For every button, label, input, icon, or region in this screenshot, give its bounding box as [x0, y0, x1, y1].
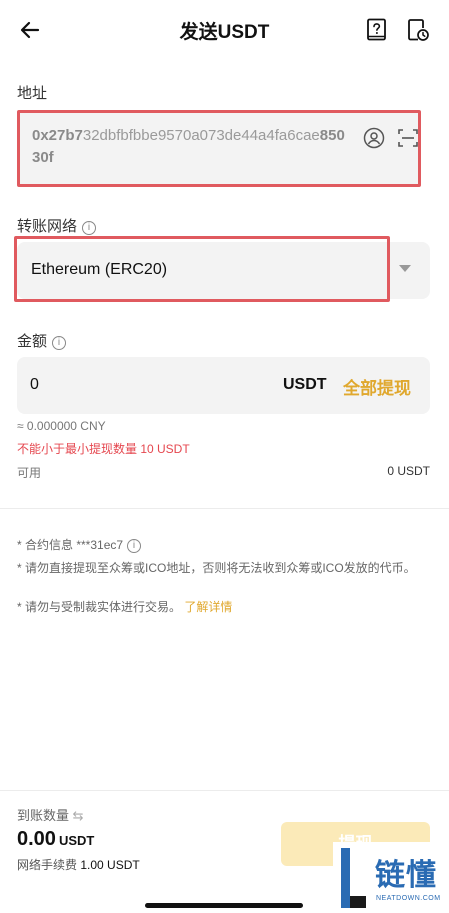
watermark-sub: NEATDOWN.COM: [376, 895, 441, 902]
address-value: 0x27b732dbfbfbbe9570a073de44a4fa6cae8503…: [32, 127, 345, 166]
network-label: 转账网络 i: [17, 215, 97, 236]
contract-info: * 合约信息 ***31ec7 i: [17, 536, 432, 554]
top-bar: 发送USDT: [0, 0, 449, 62]
received-label: 到账数量 ⇆: [17, 808, 84, 823]
amount-info-icon[interactable]: i: [52, 336, 67, 350]
scan-qr-icon[interactable]: [397, 127, 419, 149]
cny-estimate: ≈ 0.000000 CNY: [17, 419, 106, 433]
swap-icon[interactable]: ⇆: [73, 808, 84, 823]
home-indicator: [145, 903, 303, 908]
details-link[interactable]: 了解详情: [184, 600, 232, 614]
network-fee: 网络手续费 1.00 USDT: [17, 858, 140, 872]
address-label: 地址: [17, 85, 48, 102]
withdraw-all-button[interactable]: 全部提现: [343, 374, 411, 399]
address-input[interactable]: 0x27b732dbfbfbbe9570a073de44a4fa6cae8503…: [17, 110, 421, 187]
watermark-logo: 链懂 NEATDOWN.COM: [333, 842, 449, 913]
ico-warning: * 请勿直接提现至众筹或ICO地址，否则将无法收到众筹或ICO发放的代币。: [17, 561, 416, 575]
contract-info-icon[interactable]: i: [127, 539, 142, 553]
network-info-icon[interactable]: i: [82, 221, 97, 235]
network-selected-value: Ethereum (ERC20): [31, 261, 168, 278]
footer-divider: [0, 790, 449, 791]
sanction-warning: * 请勿与受制裁实体进行交易。 了解详情: [17, 600, 233, 614]
available-value: 0 USDT: [387, 464, 430, 478]
chevron-down-icon[interactable]: [399, 265, 411, 272]
min-amount-warning: 不能小于最小提现数量 10 USDT: [17, 442, 190, 456]
contact-book-icon[interactable]: [363, 127, 385, 149]
received-amount: 0.00 USDT: [17, 828, 95, 850]
watermark-logo-mark: [341, 848, 366, 908]
amount-label: 金额 i: [17, 330, 67, 351]
amount-unit: USDT: [283, 376, 327, 393]
amount-input[interactable]: 0 USDT 全部提现: [17, 357, 430, 414]
amount-value: 0: [30, 376, 39, 393]
divider: [0, 508, 449, 509]
help-book-icon[interactable]: [366, 18, 388, 42]
available-label: 可用: [17, 466, 42, 480]
watermark-text: 链懂: [375, 859, 437, 892]
history-record-icon[interactable]: [406, 18, 430, 42]
